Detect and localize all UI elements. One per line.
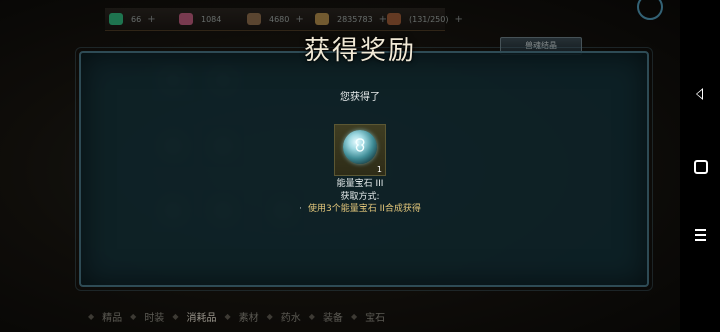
reward-item-slot[interactable]: 1 xyxy=(334,124,386,176)
dialog-title: 获得奖励 xyxy=(303,36,416,66)
obtain-method-text: 使用3个能量宝石 II合成获得 xyxy=(307,204,421,214)
bullet: · xyxy=(299,204,302,214)
system-nav-bar xyxy=(680,0,720,332)
back-icon[interactable] xyxy=(696,88,703,100)
item-count: 1 xyxy=(376,165,382,174)
gem-rune-icon xyxy=(355,138,365,152)
home-icon[interactable] xyxy=(694,160,708,174)
dialog-subtitle: 您获得了 xyxy=(340,92,380,103)
menu-icon[interactable] xyxy=(695,229,706,244)
energy-gem-icon xyxy=(343,130,377,164)
reward-item-name: 能量宝石 III xyxy=(336,179,384,189)
obtain-method: · 使用3个能量宝石 II合成获得 xyxy=(0,201,720,214)
